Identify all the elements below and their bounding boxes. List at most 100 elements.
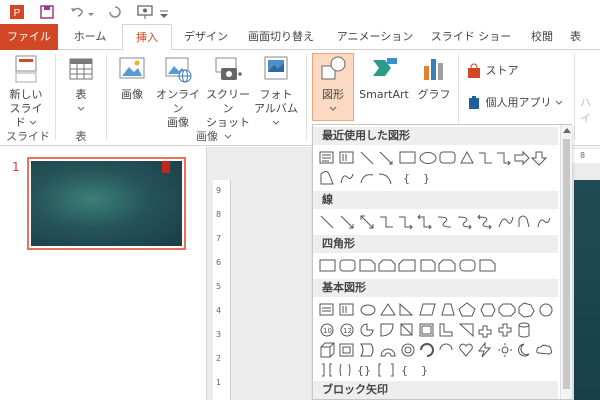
my-apps-button[interactable]: 個人用アプリ bbox=[466, 94, 563, 112]
image-label: 画像 bbox=[121, 88, 143, 101]
tab-design[interactable]: デザイン bbox=[180, 24, 232, 50]
screenshot-icon bbox=[215, 57, 242, 80]
svg-text:12: 12 bbox=[343, 327, 352, 335]
hyperlink-button-partial[interactable]: ハイ bbox=[580, 94, 600, 126]
chevron-down-icon bbox=[272, 120, 280, 125]
slide-accent-tag bbox=[162, 161, 170, 173]
redo-icon[interactable] bbox=[106, 3, 124, 21]
tab-insert[interactable]: 挿入 bbox=[122, 24, 172, 51]
slide-thumbnail[interactable] bbox=[27, 157, 186, 250]
powerpoint-logo-icon: P bbox=[10, 5, 24, 19]
ruler-mark: 8 bbox=[216, 210, 222, 219]
online-image-label-1: オンライン bbox=[156, 88, 200, 115]
new-slide-label-1: 新しい bbox=[9, 88, 43, 101]
my-apps-label: 個人用アプリ bbox=[485, 96, 552, 109]
chevron-down-icon bbox=[29, 120, 37, 125]
screenshot-label-1: スクリーン bbox=[206, 88, 250, 115]
tab-slideshow[interactable]: スライド ショー bbox=[428, 24, 514, 50]
photo-album-label-2: アルバム bbox=[254, 102, 298, 115]
table-label: 表 bbox=[75, 88, 87, 101]
photo-album-button[interactable]: フォト アルバム bbox=[254, 54, 298, 130]
tab-view[interactable]: 表 bbox=[570, 24, 600, 50]
rectangle-shapes-icons[interactable] bbox=[319, 257, 559, 275]
svg-text:P: P bbox=[14, 8, 21, 19]
tab-home[interactable]: ホーム bbox=[66, 24, 114, 50]
ruler-mark: 9 bbox=[216, 186, 222, 195]
quick-access-toolbar: P bbox=[0, 0, 600, 24]
store-button[interactable]: ストア bbox=[466, 62, 519, 80]
section-recent-shapes: 最近使用した図形 bbox=[313, 127, 558, 145]
ruler-mark: 7 bbox=[216, 234, 222, 243]
photo-album-label-1: フォト bbox=[259, 88, 293, 101]
scrollbar-thumb[interactable] bbox=[563, 139, 570, 389]
table-button[interactable]: 表 bbox=[64, 54, 98, 116]
group-separator bbox=[106, 54, 107, 140]
ruler-mark: 6 bbox=[216, 258, 222, 267]
ruler-mark: 3 bbox=[216, 330, 222, 339]
shapes-icon bbox=[321, 56, 346, 80]
svg-text:{: { bbox=[401, 364, 408, 377]
section-basic-shapes: 基本図形 bbox=[313, 279, 558, 297]
vertical-ruler: 9 8 7 6 5 4 3 2 1 bbox=[213, 180, 231, 400]
recent-shapes-icons[interactable] bbox=[319, 149, 559, 167]
ruler-mark: 4 bbox=[216, 306, 222, 315]
tab-transitions[interactable]: 画面切り替え bbox=[240, 24, 322, 50]
basic-shapes-icons-2[interactable]: 10 12 bbox=[319, 321, 559, 339]
recent-shapes-icons-2[interactable]: { } bbox=[319, 169, 559, 187]
slide-number: 1 bbox=[12, 160, 20, 174]
group-separator bbox=[55, 54, 56, 140]
save-icon[interactable] bbox=[38, 3, 56, 21]
group-label-image: 画像 bbox=[196, 130, 218, 143]
online-image-button[interactable]: オンライン 画像 bbox=[153, 54, 203, 130]
ruler-mark: 8 bbox=[580, 151, 586, 160]
tab-file[interactable]: ファイル bbox=[0, 24, 58, 50]
image-button[interactable]: 画像 bbox=[114, 54, 150, 102]
store-label: ストア bbox=[485, 64, 519, 77]
online-picture-icon bbox=[165, 57, 192, 83]
recent-shapes-row-2: { } bbox=[319, 169, 559, 187]
chart-button[interactable]: グラフ bbox=[416, 54, 452, 102]
new-slide-icon bbox=[15, 55, 37, 83]
shapes-label: 図形 bbox=[322, 88, 344, 101]
chart-label: グラフ bbox=[417, 88, 451, 101]
horizontal-ruler: 8 bbox=[568, 149, 600, 163]
svg-text:{: { bbox=[403, 172, 410, 185]
undo-dropdown-icon[interactable] bbox=[86, 3, 104, 21]
chart-icon bbox=[424, 59, 443, 80]
lines-row bbox=[319, 213, 559, 231]
undo-icon[interactable] bbox=[68, 3, 86, 21]
chevron-down-icon bbox=[77, 106, 85, 111]
line-shapes-icons[interactable] bbox=[319, 213, 559, 231]
group-separator bbox=[574, 54, 575, 140]
basic-shapes-row-3 bbox=[319, 341, 559, 359]
chevron-down-icon bbox=[329, 106, 337, 111]
smartart-button[interactable]: SmartArt bbox=[356, 54, 412, 102]
basic-shapes-icons-1[interactable] bbox=[319, 301, 559, 319]
section-rectangles: 四角形 bbox=[313, 235, 558, 253]
customize-toolbar-icon[interactable] bbox=[158, 3, 176, 21]
my-apps-icon bbox=[469, 96, 479, 109]
basic-shapes-icons-4[interactable]: {} { } bbox=[319, 361, 559, 379]
scroll-up-icon[interactable] bbox=[563, 128, 571, 133]
recent-shapes-row bbox=[319, 149, 559, 167]
shapes-button[interactable]: 図形 bbox=[312, 53, 354, 121]
slideshow-start-icon[interactable] bbox=[136, 3, 154, 21]
group-separator bbox=[306, 54, 307, 140]
basic-shapes-icons-3[interactable] bbox=[319, 341, 559, 359]
svg-text:10: 10 bbox=[323, 327, 332, 335]
slide-thumbnail-pane: 1 bbox=[0, 147, 206, 400]
tab-review[interactable]: 校閲 bbox=[522, 24, 562, 50]
new-slide-button[interactable]: 新しい スライド bbox=[6, 54, 46, 130]
section-lines: 線 bbox=[313, 191, 558, 209]
tab-animations[interactable]: アニメーション bbox=[332, 24, 418, 50]
ruler-mark: 5 bbox=[216, 282, 222, 291]
slide-canvas[interactable] bbox=[574, 180, 600, 400]
group-label-slide: スライド bbox=[6, 130, 50, 143]
group-label-table: 表 bbox=[75, 130, 87, 143]
section-block-arrows: ブロック矢印 bbox=[313, 381, 558, 399]
table-icon bbox=[69, 58, 93, 80]
ribbon-tabs: ファイル ホーム 挿入 デザイン 画面切り替え アニメーション スライド ショー… bbox=[0, 24, 600, 51]
smartart-label: SmartArt bbox=[359, 88, 409, 101]
gallery-scrollbar[interactable] bbox=[560, 125, 572, 399]
store-icon bbox=[468, 63, 480, 78]
